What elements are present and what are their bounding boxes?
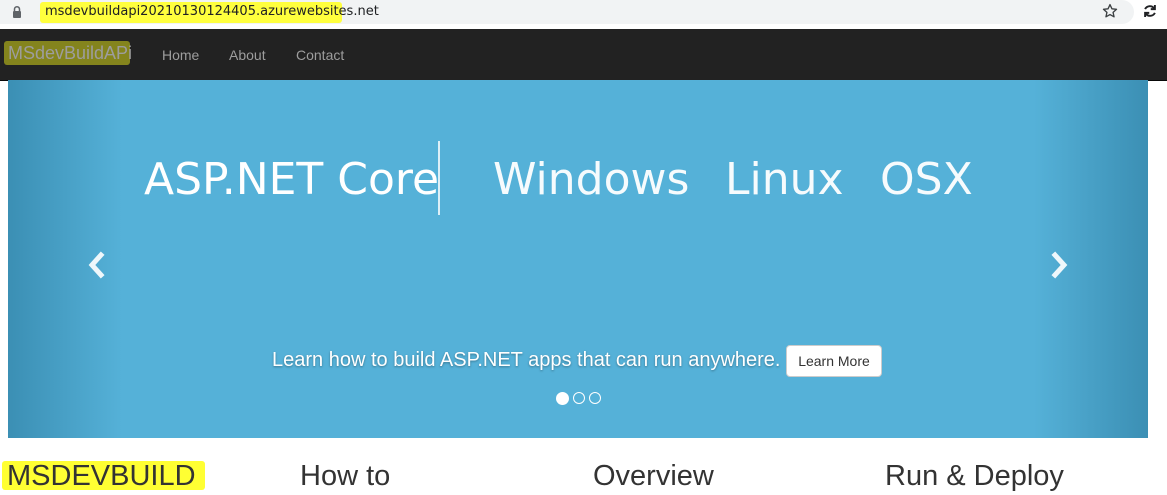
nav-home[interactable]: Home <box>162 46 199 64</box>
site-navbar: MSdevBuildAPi Home About Contact <box>0 29 1167 81</box>
lock-icon <box>13 5 21 18</box>
carousel-caption: Learn how to build ASP.NET apps that can… <box>272 349 781 371</box>
headline-divider <box>438 141 440 215</box>
hero-carousel: ASP.NET Core Windows Linux OSX Learn how… <box>8 80 1148 438</box>
headline-platform-osx: OSX <box>880 154 973 205</box>
carousel-background <box>8 80 1148 438</box>
carousel-indicator-dot[interactable] <box>556 392 569 405</box>
column-title-run-deploy: Run & Deploy <box>885 460 1064 492</box>
chevron-right-icon[interactable] <box>1046 250 1072 280</box>
nav-about[interactable]: About <box>229 46 266 64</box>
carousel-indicators <box>556 392 601 405</box>
url-text: msdevbuildapi20210130124405.azurewebsite… <box>45 4 379 19</box>
column-title-overview: Overview <box>593 460 714 492</box>
brand-link[interactable]: MSdevBuildAPi <box>8 42 132 64</box>
carousel-indicator-dot[interactable] <box>573 392 585 404</box>
nav-contact[interactable]: Contact <box>296 46 344 64</box>
headline-platform-windows: Windows <box>493 154 690 205</box>
headline-main: ASP.NET Core <box>144 154 440 205</box>
star-icon[interactable] <box>1101 2 1119 20</box>
chevron-left-icon[interactable] <box>84 250 110 280</box>
url-field[interactable]: msdevbuildapi20210130124405.azurewebsite… <box>0 0 1134 24</box>
headline-platform-linux: Linux <box>725 154 844 205</box>
browser-address-bar: msdevbuildapi20210130124405.azurewebsite… <box>0 0 1167 29</box>
sync-icon[interactable] <box>1141 2 1159 20</box>
column-title-how-to: How to <box>300 460 391 492</box>
carousel-indicator-dot[interactable] <box>589 392 601 404</box>
column-title-msdevbuild: MSDEVBUILD <box>7 460 196 492</box>
learn-more-button[interactable]: Learn More <box>786 345 882 377</box>
